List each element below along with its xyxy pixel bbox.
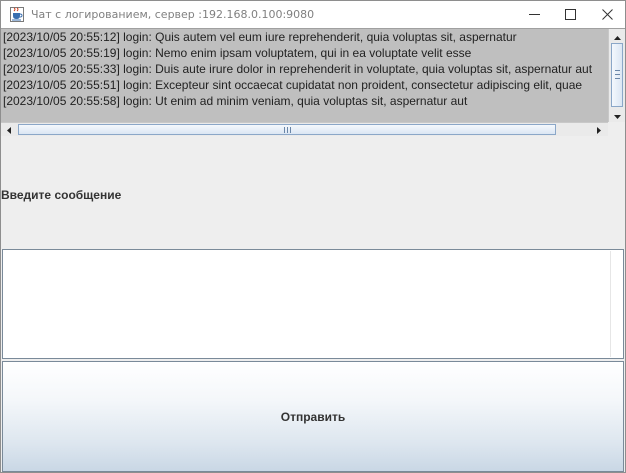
scroll-down-button[interactable]: [609, 108, 625, 122]
scroll-corner: [608, 122, 625, 136]
scroll-up-button[interactable]: [609, 29, 625, 43]
message-prompt-label: Введите сообщение: [1, 188, 122, 202]
send-button-label: Отправить: [280, 409, 346, 424]
input-divider: [610, 251, 611, 357]
grip-icon: [284, 127, 291, 133]
arrow-right-icon: [597, 121, 601, 139]
log-line: [2023/10/05 20:55:51] login: Excepteur s…: [3, 78, 583, 92]
scroll-left-button[interactable]: [1, 123, 17, 136]
chat-window: Чат с логированием, сервер :192.168.0.10…: [0, 0, 626, 473]
maximize-icon: [564, 9, 576, 20]
chat-log[interactable]: [2023/10/05 20:55:12] login: Quis autem …: [1, 28, 625, 122]
window-title: Чат с логированием, сервер :192.168.0.10…: [31, 8, 315, 21]
log-line: [2023/10/05 20:55:58] login: Ut enim ad …: [3, 94, 468, 108]
minimize-button[interactable]: [516, 1, 552, 28]
log-line: [2023/10/05 20:55:19] login: Nemo enim i…: [3, 46, 472, 60]
vertical-scroll-thumb[interactable]: [611, 43, 623, 107]
send-button[interactable]: Отправить: [2, 361, 624, 472]
log-line: [2023/10/05 20:55:33] login: Duis aute i…: [3, 62, 593, 76]
maximize-button[interactable]: [552, 1, 588, 28]
horizontal-scroll-thumb[interactable]: [18, 124, 556, 135]
vertical-scrollbar[interactable]: [608, 29, 625, 122]
scroll-right-button[interactable]: [591, 123, 607, 136]
close-icon: [601, 9, 613, 20]
arrow-left-icon: [7, 121, 11, 139]
minimize-icon: [528, 9, 540, 20]
grip-icon: [615, 70, 620, 79]
title-bar[interactable]: Чат с логированием, сервер :192.168.0.10…: [1, 1, 625, 28]
log-line: [2023/10/05 20:55:12] login: Quis autem …: [3, 30, 517, 44]
close-button[interactable]: [589, 1, 625, 28]
java-cup-icon: [10, 7, 24, 22]
message-input[interactable]: [2, 249, 624, 359]
horizontal-scrollbar[interactable]: [1, 122, 608, 136]
log-text-area[interactable]: [2023/10/05 20:55:12] login: Quis autem …: [1, 29, 608, 122]
